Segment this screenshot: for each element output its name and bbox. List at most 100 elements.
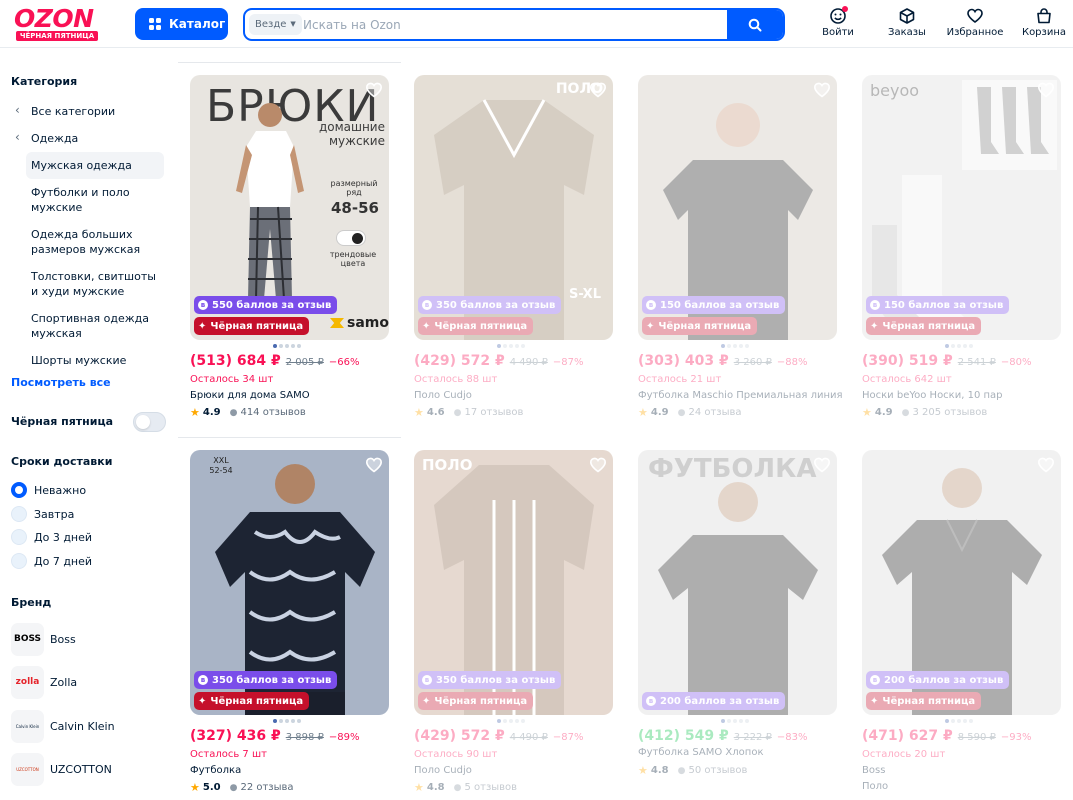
search-input[interactable] bbox=[303, 10, 723, 39]
image-pager-dots bbox=[945, 719, 973, 723]
nav-login[interactable]: Войти bbox=[822, 6, 854, 41]
delivery-option-label: До 3 дней bbox=[34, 530, 93, 544]
old-price: 2 541 ₽ bbox=[957, 357, 996, 368]
favorite-heart-icon[interactable] bbox=[589, 456, 607, 474]
reviews-count[interactable]: 17 отзывов bbox=[464, 407, 523, 418]
product-card[interactable]: XXL 52-54 в 350 баллов за отзыв ✦ Чёрная п… bbox=[190, 450, 390, 800]
ozon-logo[interactable]: OZON ЧЁРНАЯ ПЯТНИЦА bbox=[14, 4, 104, 41]
image-pager-dots bbox=[497, 344, 525, 348]
nav-favorites[interactable]: Избранное bbox=[946, 7, 1004, 41]
category-clothes[interactable]: Одежда bbox=[31, 131, 166, 146]
favorite-heart-icon[interactable] bbox=[1037, 81, 1055, 99]
photo-tag: ФУТБОЛКА bbox=[648, 454, 817, 484]
product-card[interactable]: в 200 баллов за отзыв ✦ Чёрная пятница (47… bbox=[862, 450, 1062, 800]
photo-brand-text: samo bbox=[347, 315, 389, 331]
product-image[interactable]: beyoo в 150 баллов за отзыв ✦ Чёрная пятни… bbox=[862, 75, 1061, 340]
favorite-heart-icon[interactable] bbox=[813, 456, 831, 474]
nav-cart-label: Корзина bbox=[1021, 27, 1067, 38]
brand-boss[interactable]: BOSS Boss bbox=[11, 622, 76, 656]
price: (327) 436 ₽ bbox=[190, 728, 281, 744]
category-hoodies[interactable]: Толстовки, свитшоты и худи мужские bbox=[31, 269, 166, 299]
favorite-heart-icon[interactable] bbox=[813, 81, 831, 99]
stock-left: Осталось 88 шт bbox=[414, 374, 498, 385]
product-image[interactable]: ФУТБОЛКА в 200 баллов за отзыв bbox=[638, 450, 837, 715]
product-title[interactable]: Поло Cudjo bbox=[414, 765, 472, 776]
product-image[interactable]: БРЮКИ домашние мужские размерный ряд 48-… bbox=[190, 75, 389, 340]
points-badge: в 150 баллов за отзыв bbox=[642, 296, 786, 314]
delivery-option-3-days[interactable]: До 3 дней bbox=[11, 528, 92, 546]
comment-icon: ● bbox=[901, 407, 910, 418]
delivery-option-tomorrow[interactable]: Завтра bbox=[11, 505, 74, 523]
old-price: 3 222 ₽ bbox=[733, 732, 772, 743]
reviews-count[interactable]: 3 205 отзывов bbox=[912, 407, 987, 418]
reviews-count[interactable]: 414 отзывов bbox=[240, 407, 305, 418]
search-scope-dropdown[interactable]: Везде ▼ bbox=[249, 14, 302, 35]
product-image[interactable]: ПОЛО в 350 баллов за отзыв ✦ Чёрная пятниц… bbox=[414, 450, 613, 715]
price: (303) 403 ₽ bbox=[638, 353, 729, 369]
reviews-count[interactable]: 5 отзывов bbox=[464, 782, 517, 793]
row-divider bbox=[178, 62, 401, 63]
radio-button[interactable] bbox=[11, 553, 27, 569]
product-title[interactable]: Футболка Maschio Премиальная линия bbox=[638, 390, 843, 401]
delivery-heading: Сроки доставки bbox=[11, 455, 113, 468]
product-image[interactable]: ПОЛО S-XL в 350 баллов за отзыв ✦ Чёрная п… bbox=[414, 75, 613, 340]
reviews-count[interactable]: 22 отзыва bbox=[240, 782, 293, 793]
radio-button[interactable] bbox=[11, 506, 27, 522]
product-image[interactable]: в 200 баллов за отзыв ✦ Чёрная пятница bbox=[862, 450, 1061, 715]
points-badge: в 550 баллов за отзыв bbox=[194, 296, 338, 314]
brand-uzcotton[interactable]: UZCOTTON UZCOTTON bbox=[11, 752, 112, 786]
product-title[interactable]: Носки beYoo Носки, 10 пар bbox=[862, 390, 1003, 401]
logo-word: OZON bbox=[14, 4, 94, 33]
photo-size: S-XL bbox=[568, 287, 601, 302]
category-plus-size[interactable]: Одежда больших размеров мужская bbox=[31, 227, 166, 257]
category-tshirts[interactable]: Футболки и поло мужские bbox=[31, 185, 166, 215]
chevron-down-icon: ▼ bbox=[290, 20, 296, 28]
old-price: 8 590 ₽ bbox=[957, 732, 996, 743]
filters-sidebar: Категория ‹ Все категории ‹ Одежда Мужск… bbox=[0, 60, 178, 800]
catalog-button[interactable]: Каталог bbox=[135, 8, 228, 40]
product-card[interactable]: в 150 баллов за отзыв ✦ Чёрная пятница (30… bbox=[638, 75, 843, 440]
category-all[interactable]: Все категории bbox=[31, 104, 166, 119]
category-sport[interactable]: Спортивная одежда мужская bbox=[31, 311, 166, 341]
delivery-option-7-days[interactable]: До 7 дней bbox=[11, 552, 92, 570]
brand-zolla[interactable]: zolla Zolla bbox=[11, 665, 77, 699]
product-card[interactable]: beyoo в 150 баллов за отзыв ✦ Чёрная пятни… bbox=[862, 75, 1062, 440]
category-shorts[interactable]: Шорты мужские bbox=[31, 353, 166, 368]
category-men[interactable]: Мужская одежда bbox=[31, 158, 166, 173]
comment-icon: ● bbox=[453, 782, 462, 793]
points-badge: в 350 баллов за отзыв bbox=[418, 296, 562, 314]
product-card[interactable]: ФУТБОЛКА в 200 баллов за отзыв (412) 549 … bbox=[638, 450, 838, 800]
search-button[interactable] bbox=[727, 10, 783, 39]
product-title[interactable]: Брюки для дома SAMO bbox=[190, 390, 310, 401]
favorite-heart-icon[interactable] bbox=[365, 81, 383, 99]
black-friday-toggle[interactable] bbox=[133, 412, 166, 432]
radio-button[interactable] bbox=[11, 482, 27, 498]
product-title[interactable]: Поло Cudjo bbox=[414, 390, 472, 401]
image-pager-dots bbox=[273, 719, 301, 723]
product-card[interactable]: ПОЛО S-XL в 350 баллов за отзыв ✦ Чёрная п… bbox=[414, 75, 614, 440]
product-title[interactable]: Boss bbox=[862, 765, 885, 776]
product-image[interactable]: в 150 баллов за отзыв ✦ Чёрная пятница bbox=[638, 75, 837, 340]
product-card[interactable]: ПОЛО в 350 баллов за отзыв ✦ Чёрная пятниц… bbox=[414, 450, 614, 800]
see-all-link[interactable]: Посмотреть все bbox=[11, 376, 111, 389]
product-title[interactable]: Футболка SAMO Хлопок bbox=[638, 747, 763, 758]
stock-left: Осталось 90 шт bbox=[414, 749, 498, 760]
points-badge: в 150 баллов за отзыв bbox=[866, 296, 1010, 314]
reviews-count[interactable]: 24 отзыва bbox=[688, 407, 741, 418]
favorite-heart-icon[interactable] bbox=[365, 456, 383, 474]
nav-orders[interactable]: Заказы bbox=[887, 7, 927, 41]
radio-button[interactable] bbox=[11, 529, 27, 545]
favorite-heart-icon[interactable] bbox=[589, 81, 607, 99]
product-card[interactable]: БРЮКИ домашние мужские размерный ряд 48-… bbox=[190, 75, 390, 440]
favorite-heart-icon[interactable] bbox=[1037, 456, 1055, 474]
product-title[interactable]: Футболка bbox=[190, 765, 241, 776]
nav-cart[interactable]: Корзина bbox=[1022, 7, 1066, 41]
brand-calvin-klein[interactable]: Calvin Klein Calvin Klein bbox=[11, 709, 115, 743]
delivery-option-any[interactable]: Неважно bbox=[11, 481, 86, 499]
brand-logo: BOSS bbox=[11, 622, 44, 656]
black-friday-badge: ✦ Чёрная пятница bbox=[194, 317, 310, 335]
product-image[interactable]: XXL 52-54 в 350 баллов за отзыв ✦ Чёрная п… bbox=[190, 450, 389, 715]
star-icon: ★ bbox=[638, 406, 648, 419]
star-icon: ★ bbox=[414, 781, 424, 794]
reviews-count[interactable]: 50 отзывов bbox=[688, 765, 747, 776]
